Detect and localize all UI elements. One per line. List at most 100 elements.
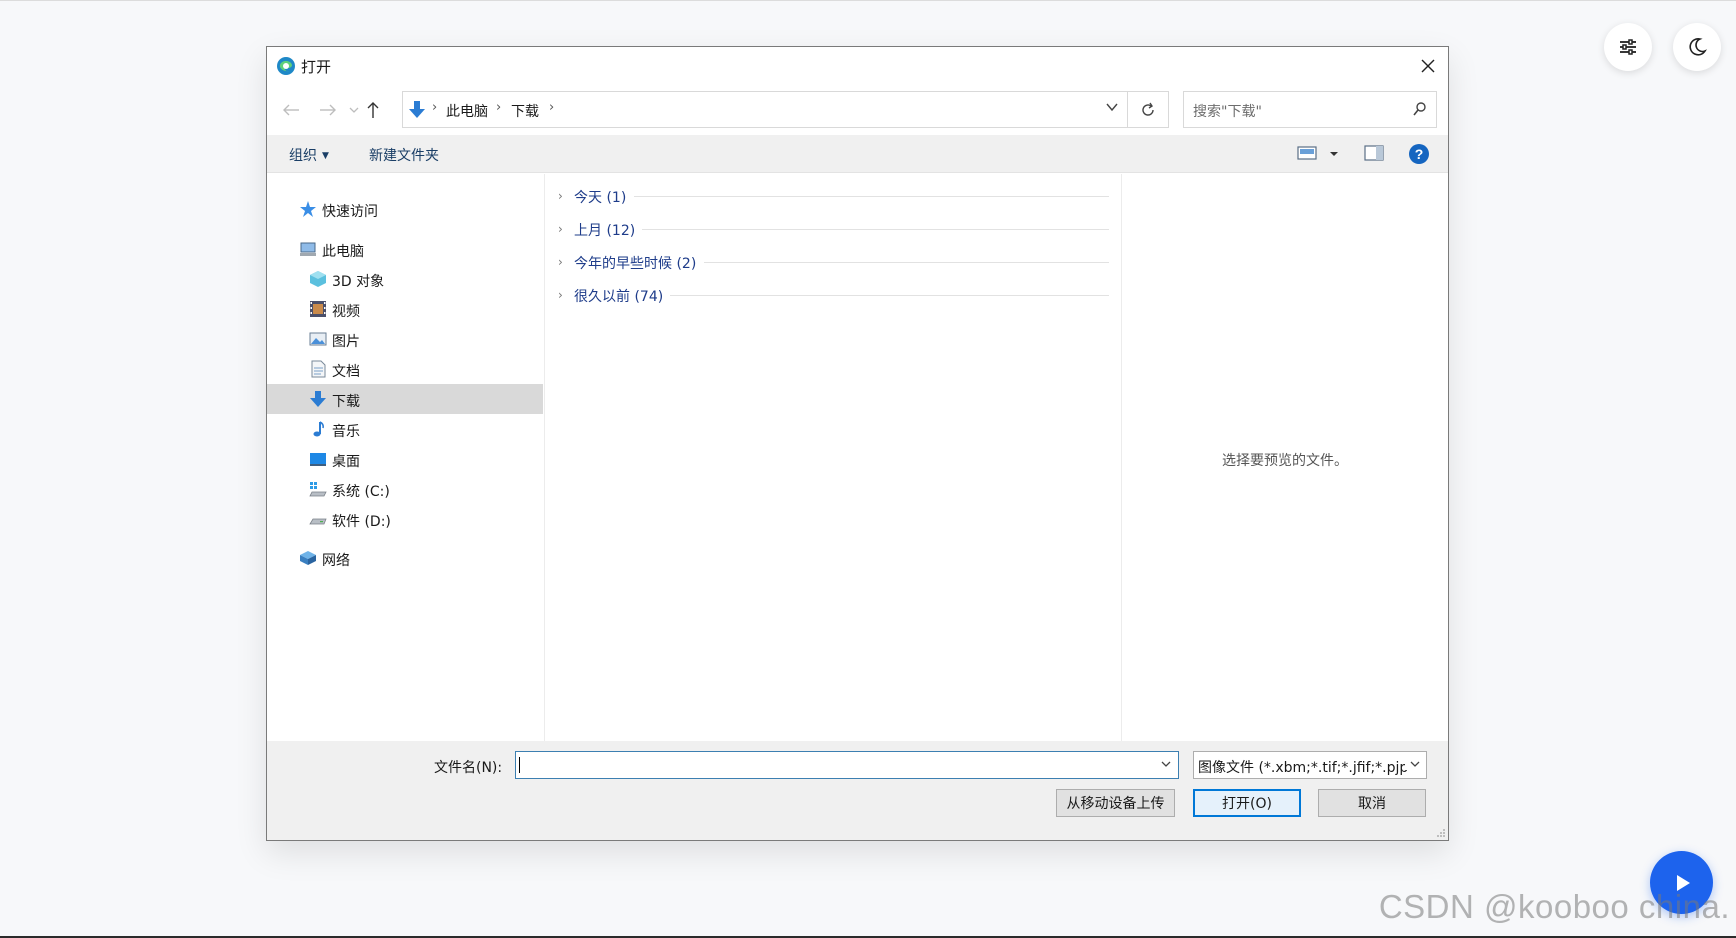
group-header-last-month[interactable]: › 上月 (12) xyxy=(546,217,1121,243)
settings-sliders-button[interactable] xyxy=(1604,23,1652,71)
sidebar-item-label: 音乐 xyxy=(332,424,360,440)
sidebar-item-music[interactable]: 音乐 xyxy=(267,414,543,444)
chevron-down-icon[interactable] xyxy=(1105,100,1119,114)
close-icon xyxy=(1421,59,1435,73)
open-button[interactable]: 打开(O) xyxy=(1193,789,1301,817)
preview-message: 选择要预览的文件。 xyxy=(1222,453,1348,469)
watermark: CSDN @kooboo china. xyxy=(1378,888,1730,925)
open-file-dialog: 打开 › 此电脑 › 下载 › 搜索"下载" 组织 ▼ 新建文件夹 ? 快速访问… xyxy=(266,46,1449,841)
group-divider xyxy=(634,196,1109,197)
download-folder-icon xyxy=(409,101,425,118)
dark-mode-button[interactable] xyxy=(1673,23,1721,71)
chevron-down-icon[interactable] xyxy=(1160,758,1172,770)
group-label: 很久以前 (74) xyxy=(574,289,664,305)
svg-text:?: ? xyxy=(1415,146,1424,162)
close-button[interactable] xyxy=(1416,54,1440,78)
refresh-button[interactable] xyxy=(1127,91,1169,128)
arrow-right-icon xyxy=(320,104,336,116)
download-icon xyxy=(310,391,326,407)
sidebar-item-label: 文档 xyxy=(332,364,360,380)
search-icon[interactable] xyxy=(1412,101,1428,117)
sidebar-item-label: 系统 (C:) xyxy=(332,484,390,500)
page-top-border xyxy=(0,0,1736,1)
chevron-right-icon: › xyxy=(558,189,563,203)
dialog-titlebar: 打开 xyxy=(267,47,1448,85)
preview-pane: 选择要预览的文件。 xyxy=(1121,174,1448,786)
filename-label: 文件名(N): xyxy=(434,760,503,776)
sidebar-item-quick-access[interactable]: 快速访问 xyxy=(267,194,543,224)
group-label: 今年的早些时候 (2) xyxy=(574,256,697,272)
computer-icon xyxy=(300,242,316,256)
view-options-caret-icon[interactable] xyxy=(1329,143,1339,163)
organize-menu[interactable]: 组织 ▼ xyxy=(289,145,329,165)
sidebar-item-videos[interactable]: 视频 xyxy=(267,294,543,324)
sidebar-item-drive-d[interactable]: 软件 (D:) xyxy=(267,504,543,534)
caret-down-icon: ▼ xyxy=(322,151,329,161)
group-header-long-ago[interactable]: › 很久以前 (74) xyxy=(546,283,1121,309)
sidebar-item-label: 桌面 xyxy=(332,454,360,470)
sidebar-item-label: 网络 xyxy=(322,553,350,569)
breadcrumb-downloads[interactable]: 下载 xyxy=(511,101,539,121)
upload-from-mobile-button[interactable]: 从移动设备上传 xyxy=(1056,789,1175,817)
picture-icon xyxy=(309,332,327,346)
drive-icon xyxy=(309,518,327,525)
cube-icon xyxy=(310,271,326,287)
resize-grip-icon[interactable] xyxy=(1436,828,1446,838)
group-label: 上月 (12) xyxy=(574,223,636,239)
up-button[interactable] xyxy=(362,99,384,121)
new-folder-button[interactable]: 新建文件夹 xyxy=(369,145,439,165)
sidebar-item-3d-objects[interactable]: 3D 对象 xyxy=(267,264,543,294)
group-divider xyxy=(704,262,1109,263)
sidebar-item-label: 3D 对象 xyxy=(332,274,385,290)
moon-icon xyxy=(1689,38,1707,56)
film-icon xyxy=(310,301,326,317)
cancel-button[interactable]: 取消 xyxy=(1318,789,1426,817)
group-divider xyxy=(670,295,1109,296)
sidebar-item-label: 视频 xyxy=(332,304,360,320)
chevron-right-icon: › xyxy=(558,222,563,236)
sidebar-item-pictures[interactable]: 图片 xyxy=(267,324,543,354)
desktop-icon xyxy=(310,453,326,466)
filename-input[interactable] xyxy=(515,751,1179,779)
forward-button[interactable] xyxy=(317,99,339,121)
refresh-icon xyxy=(1142,102,1154,116)
search-placeholder: 搜索"下载" xyxy=(1193,104,1262,120)
chevron-down-icon xyxy=(1405,758,1422,770)
document-icon xyxy=(311,360,326,378)
file-type-select[interactable]: 图像文件 (*.xbm;*.tif;*.jfif;*.pjp xyxy=(1193,751,1427,779)
sliders-icon xyxy=(1620,39,1636,55)
navigation-pane: 快速访问 此电脑 3D 对象 视频 图片 文档 下载 音乐 桌面 系统 (C:)… xyxy=(267,174,545,786)
group-header-earlier-this-year[interactable]: › 今年的早些时候 (2) xyxy=(546,250,1121,276)
arrow-left-icon xyxy=(283,104,299,116)
sidebar-item-documents[interactable]: 文档 xyxy=(267,354,543,384)
file-type-value: 图像文件 (*.xbm;*.tif;*.jfif;*.pjp xyxy=(1198,760,1409,776)
sidebar-item-label: 下载 xyxy=(332,394,360,410)
group-header-today[interactable]: › 今天 (1) xyxy=(546,184,1121,210)
sidebar-item-desktop[interactable]: 桌面 xyxy=(267,444,543,474)
sidebar-item-this-pc[interactable]: 此电脑 xyxy=(267,234,543,264)
help-icon[interactable]: ? xyxy=(1408,143,1430,165)
sidebar-item-network[interactable]: 网络 xyxy=(267,543,543,573)
sidebar-item-label: 此电脑 xyxy=(322,244,364,260)
breadcrumb-separator: › xyxy=(432,100,438,115)
sidebar-item-drive-c[interactable]: 系统 (C:) xyxy=(267,474,543,504)
change-view-icon[interactable] xyxy=(1297,143,1319,163)
address-bar[interactable]: › 此电脑 › 下载 › xyxy=(402,91,1128,128)
back-button[interactable] xyxy=(280,99,302,121)
sidebar-item-downloads[interactable]: 下载 xyxy=(267,384,543,414)
dialog-title: 打开 xyxy=(301,58,332,76)
sidebar-item-label: 图片 xyxy=(332,334,360,350)
breadcrumb-this-pc[interactable]: 此电脑 xyxy=(446,101,488,121)
breadcrumb-separator: › xyxy=(549,100,555,115)
search-box[interactable]: 搜索"下载" xyxy=(1183,91,1437,128)
preview-pane-icon[interactable] xyxy=(1363,143,1385,163)
chevron-down-icon xyxy=(349,107,359,113)
network-icon xyxy=(300,551,316,565)
navigation-row: › 此电脑 › 下载 › 搜索"下载" xyxy=(267,89,1448,131)
organize-label: 组织 xyxy=(289,148,317,164)
sidebar-item-label: 快速访问 xyxy=(322,204,378,220)
group-label: 今天 (1) xyxy=(574,190,627,206)
command-bar: 组织 ▼ 新建文件夹 ? xyxy=(267,135,1448,173)
dialog-footer: 文件名(N): 图像文件 (*.xbm;*.tif;*.jfif;*.pjp 从… xyxy=(267,741,1448,840)
file-list: › 今天 (1) › 上月 (12) › 今年的早些时候 (2) › 很久以前 … xyxy=(546,174,1121,786)
